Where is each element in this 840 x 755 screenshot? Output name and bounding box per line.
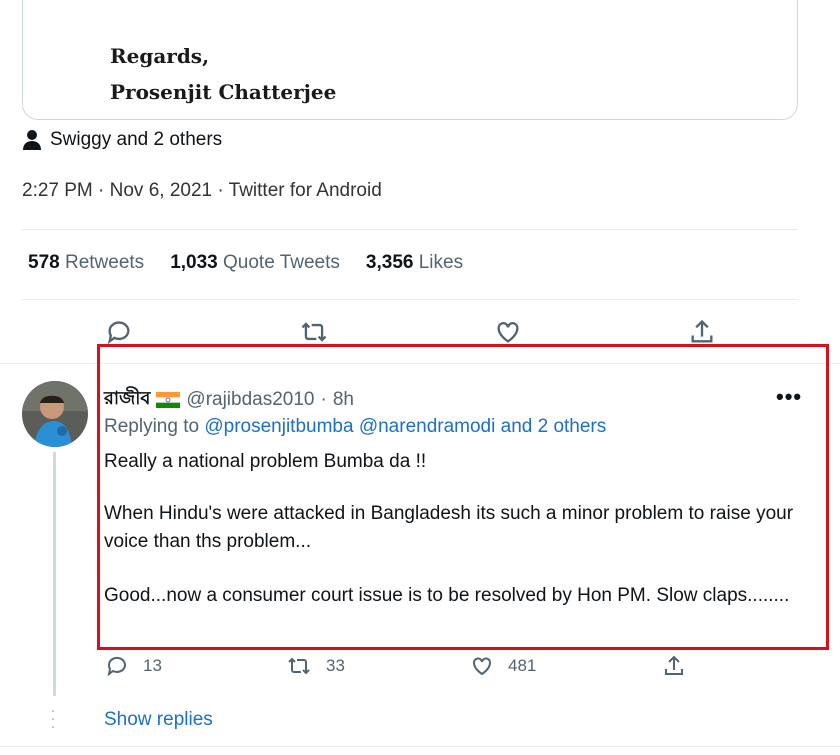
reply-icon	[105, 654, 129, 678]
like-action[interactable]: 481	[470, 654, 536, 678]
reply-action[interactable]: 13	[105, 654, 162, 678]
like-icon[interactable]	[494, 318, 522, 346]
reply-count: 13	[143, 656, 162, 675]
tagged-users-label: Swiggy and 2 others	[50, 129, 223, 150]
divider	[22, 229, 798, 230]
highlight-box	[97, 344, 829, 650]
retweet-action[interactable]: 33	[286, 654, 345, 678]
retweet-count: 33	[326, 656, 345, 675]
like-icon	[470, 654, 494, 678]
reply-icon[interactable]	[105, 318, 133, 346]
likes-stat[interactable]: 3,356 Likes	[366, 252, 463, 274]
retweet-icon[interactable]	[299, 318, 327, 346]
thread-dots: · · ·	[50, 702, 56, 734]
divider	[22, 299, 798, 300]
quote-tweets-stat[interactable]: 1,033 Quote Tweets	[170, 252, 340, 274]
share-action[interactable]	[662, 654, 686, 678]
letter-signature: Prosenjit Chatterjee	[110, 80, 337, 104]
retweet-icon	[286, 654, 312, 678]
person-icon	[22, 129, 42, 151]
share-icon[interactable]	[688, 318, 716, 346]
tagged-users-link[interactable]: Swiggy and 2 others	[22, 129, 222, 151]
reply-avatar[interactable]	[22, 381, 88, 447]
show-replies-link[interactable]: Show replies	[104, 709, 213, 731]
like-count: 481	[508, 656, 537, 675]
divider	[0, 746, 840, 747]
tweet-stats: 578 Retweets 1,033 Quote Tweets 3,356 Li…	[28, 252, 463, 274]
thread-line	[53, 452, 56, 696]
retweets-stat[interactable]: 578 Retweets	[28, 252, 144, 274]
tweet-timestamp[interactable]: 2:27 PM · Nov 6, 2021 · Twitter for Andr…	[22, 180, 382, 202]
letter-regards: Regards,	[110, 44, 210, 68]
share-icon	[662, 654, 686, 678]
